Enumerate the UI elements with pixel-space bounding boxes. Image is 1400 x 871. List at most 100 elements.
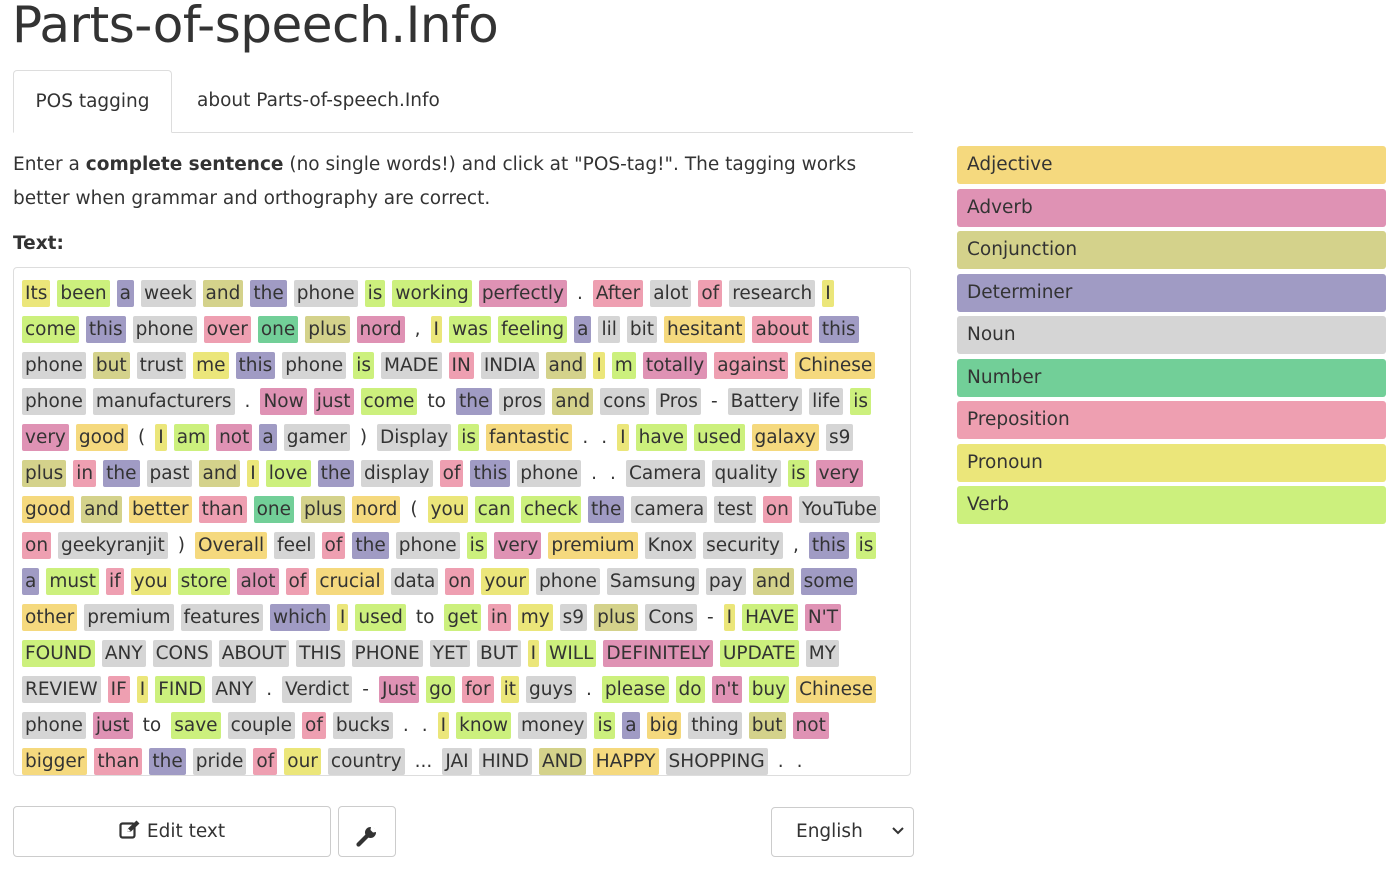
token: over xyxy=(203,315,251,343)
token: phone xyxy=(395,531,460,559)
token: phone xyxy=(517,459,582,487)
token: quality xyxy=(711,459,781,487)
token: week xyxy=(140,279,196,307)
token: one xyxy=(257,315,299,343)
token: Knox xyxy=(644,531,697,559)
token: I xyxy=(430,315,442,343)
token: the xyxy=(588,495,625,523)
token: premium xyxy=(84,603,174,631)
token: Camera xyxy=(625,459,705,487)
token: display xyxy=(360,459,433,487)
token: data xyxy=(390,567,439,595)
token: a xyxy=(22,567,40,595)
token: Cons xyxy=(645,603,697,631)
token: come xyxy=(22,315,79,343)
language-select[interactable]: English xyxy=(771,807,914,857)
edit-icon xyxy=(119,810,141,839)
token: ) xyxy=(177,534,185,556)
token: ) xyxy=(359,426,368,448)
edit-text-button[interactable]: Edit text xyxy=(13,806,331,857)
token: is xyxy=(364,279,386,307)
token: it xyxy=(500,675,519,703)
token: thing xyxy=(688,711,742,739)
token: plus xyxy=(594,603,639,631)
token: ... xyxy=(414,750,433,772)
tab-pos-tagging[interactable]: POS tagging xyxy=(13,70,172,133)
token: features xyxy=(180,603,263,631)
token: PHONE xyxy=(351,639,423,667)
token: a xyxy=(259,423,277,451)
token: have xyxy=(635,423,688,451)
token: a xyxy=(116,279,134,307)
token: . xyxy=(576,282,583,304)
token: Verdict xyxy=(282,675,353,703)
token: used xyxy=(355,603,406,631)
token: this xyxy=(85,315,126,343)
token: UPDATE xyxy=(719,639,799,667)
legend-item-number: Number xyxy=(957,358,1386,397)
token: and xyxy=(545,351,587,379)
token: nord xyxy=(352,495,401,523)
token: very xyxy=(494,531,542,559)
token: YET xyxy=(429,639,471,667)
token: ANY xyxy=(101,639,146,667)
token: my xyxy=(517,603,553,631)
token: ABOUT xyxy=(218,639,290,667)
token: HAPPY xyxy=(592,747,659,775)
token: . xyxy=(582,426,589,448)
token: MADE xyxy=(380,351,442,379)
token: your xyxy=(481,567,529,595)
token: pride xyxy=(192,747,247,775)
token: and xyxy=(199,459,241,487)
token: - xyxy=(710,390,718,412)
token: just xyxy=(313,387,354,415)
tab-about[interactable]: about Parts-of-speech.Info xyxy=(197,70,440,131)
token: this xyxy=(235,351,276,379)
legend-item-adverb: Adverb xyxy=(957,188,1386,227)
token: in xyxy=(487,603,511,631)
token: ANY xyxy=(212,675,257,703)
token: . xyxy=(586,678,592,700)
token: security xyxy=(703,531,783,559)
token: and xyxy=(81,495,122,523)
token: research xyxy=(729,279,816,307)
text-label: Text: xyxy=(13,233,64,254)
token: totally xyxy=(642,351,708,379)
tools-button[interactable] xyxy=(338,806,396,857)
token: FIND xyxy=(155,675,206,703)
token: very xyxy=(815,459,863,487)
legend-item-preposition: Preposition xyxy=(957,401,1386,439)
tagged-text-area: Its been a week and the phone is working perfectl… xyxy=(13,267,911,776)
token: past xyxy=(146,459,193,487)
token: store xyxy=(177,567,231,595)
token: this xyxy=(818,315,859,343)
token: against xyxy=(714,351,789,379)
token: Overall xyxy=(194,531,268,559)
token: , xyxy=(414,318,421,340)
token: buy xyxy=(748,675,790,703)
token: plus xyxy=(305,315,350,343)
intro-bold: complete sentence xyxy=(85,154,284,175)
token: and xyxy=(552,387,594,415)
token: trust xyxy=(136,351,187,379)
token: than xyxy=(198,495,247,523)
token: n't xyxy=(711,675,742,703)
token: plus xyxy=(301,495,346,523)
token: lil xyxy=(598,315,620,343)
token: nord xyxy=(356,315,405,343)
legend-item-determiner: Determiner xyxy=(957,273,1386,312)
token: life xyxy=(809,387,844,415)
token: phone xyxy=(22,711,86,739)
token: ( xyxy=(138,426,146,448)
token: CONS xyxy=(152,639,212,667)
token: - xyxy=(362,678,369,700)
token: get xyxy=(444,603,481,631)
token: guys xyxy=(525,675,577,703)
token: this xyxy=(470,459,511,487)
token: is xyxy=(594,711,616,739)
token: big xyxy=(646,711,682,739)
token: than xyxy=(94,747,143,775)
token: THIS xyxy=(296,639,345,667)
token: I xyxy=(336,603,349,631)
token: alot xyxy=(650,279,692,307)
